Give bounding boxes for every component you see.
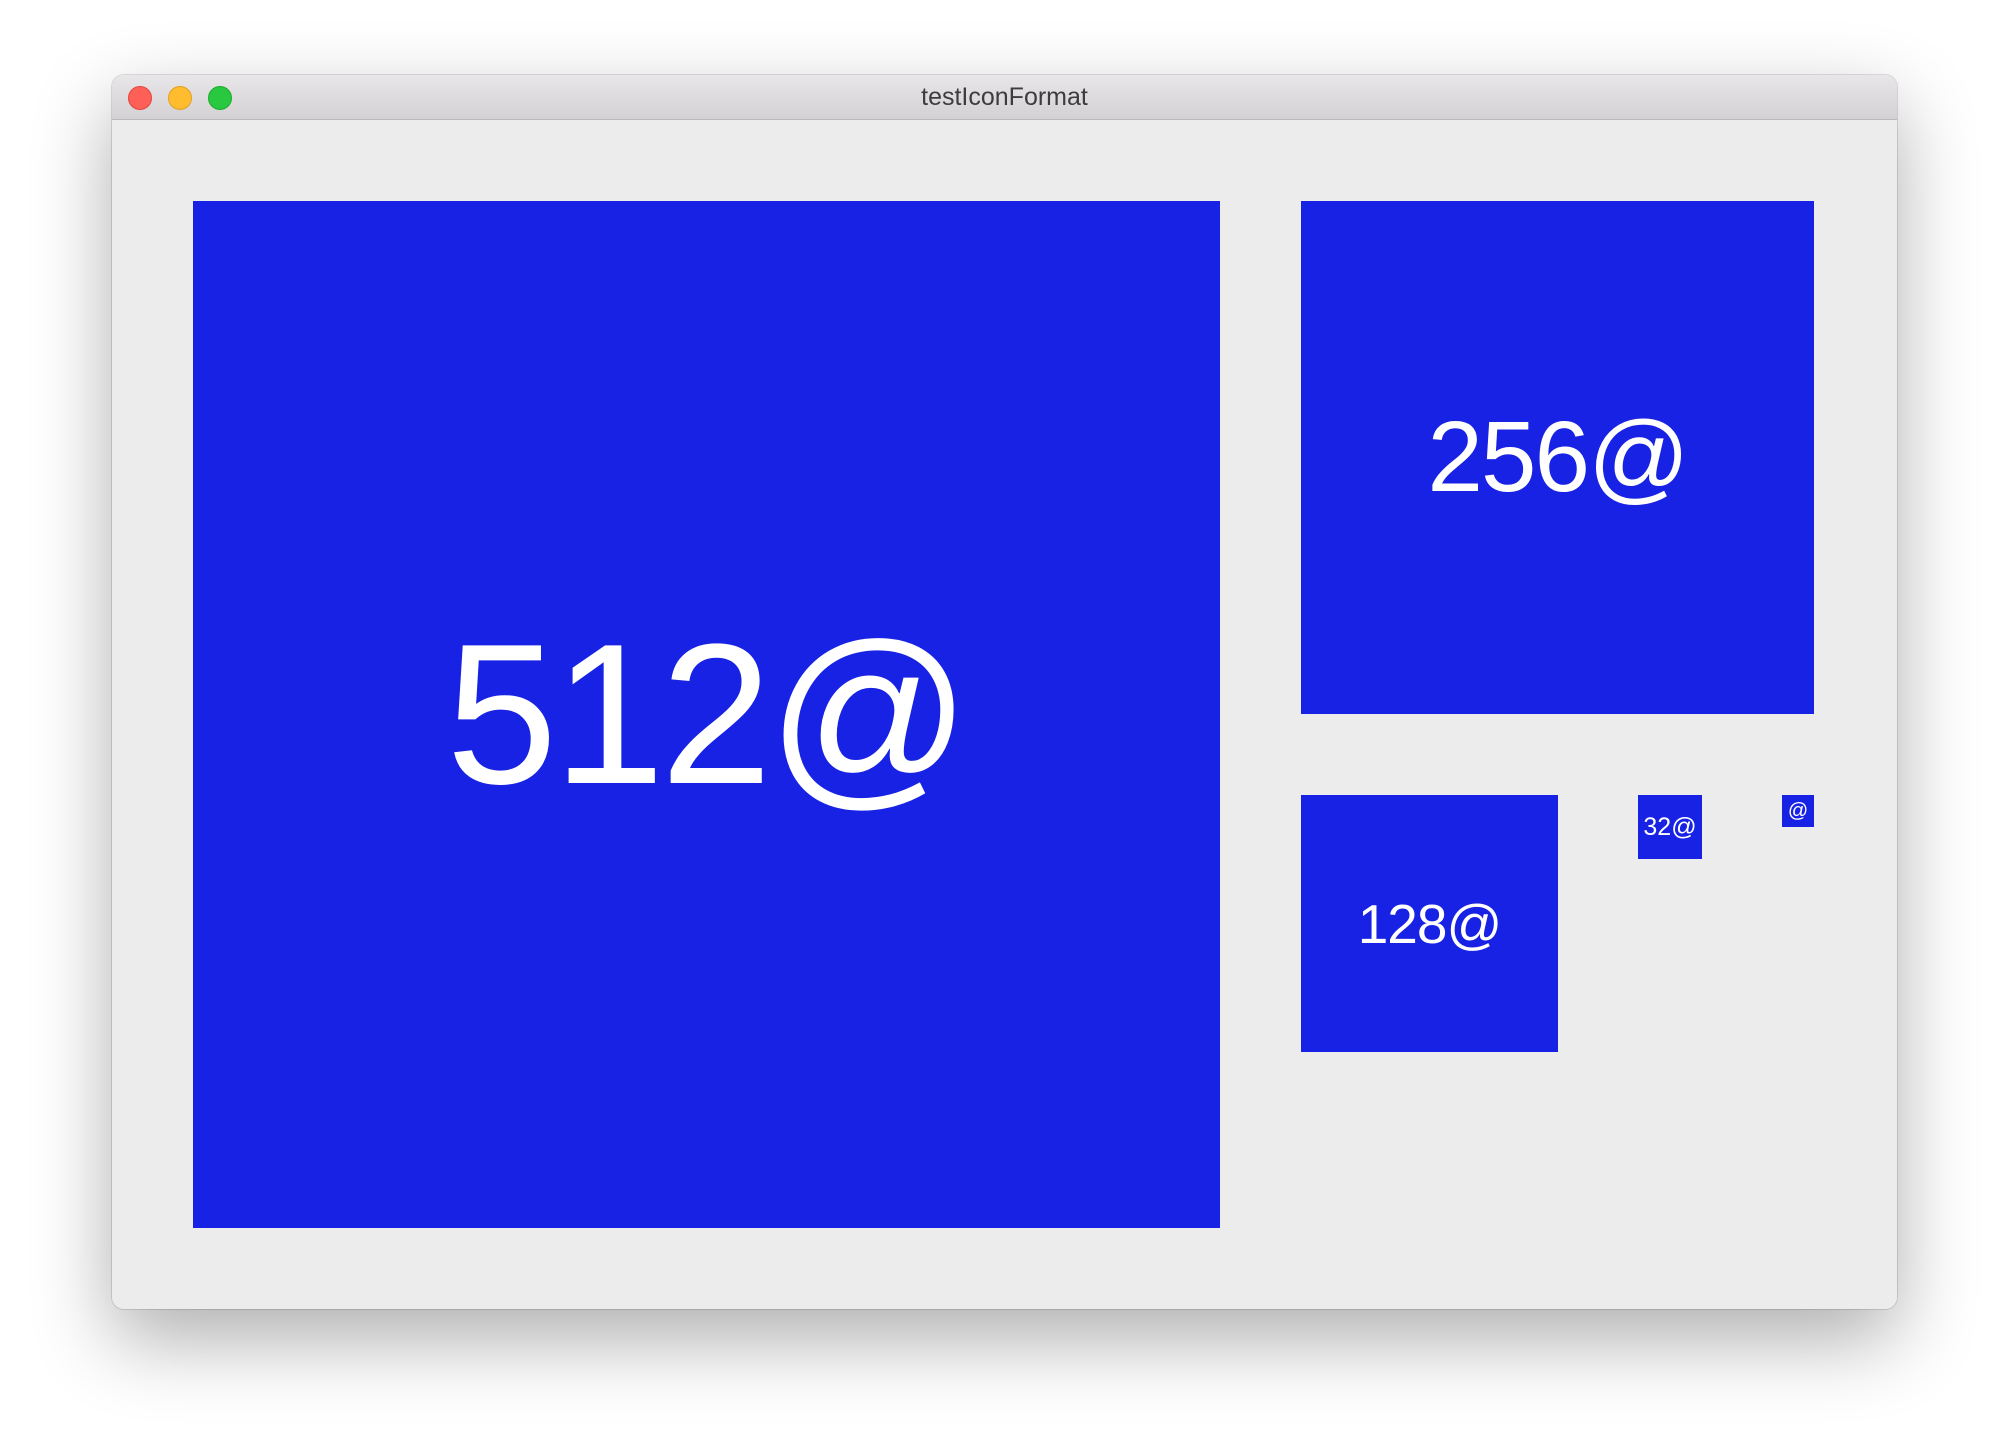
icon-128-label: 128@ (1357, 892, 1503, 955)
window-title: testIconFormat (921, 83, 1088, 111)
icon-256-label: 256@ (1427, 401, 1689, 513)
window-content: 512@ 256@ 128@ 32@ @ (112, 120, 1897, 1309)
icon-16-label: @ (1787, 799, 1809, 822)
icon-128-tile: 128@ (1301, 795, 1558, 1052)
icon-32-tile: 32@ (1638, 795, 1702, 859)
app-window: testIconFormat 512@ 256@ 128@ 32@ @ (112, 75, 1897, 1309)
icon-256-tile: 256@ (1301, 201, 1814, 714)
title-bar[interactable]: testIconFormat (112, 75, 1897, 120)
icon-16-tile: @ (1782, 795, 1814, 827)
icon-32-label: 32@ (1643, 812, 1697, 841)
icon-512-tile: 512@ (193, 201, 1220, 1228)
icon-512-label: 512@ (446, 602, 971, 826)
